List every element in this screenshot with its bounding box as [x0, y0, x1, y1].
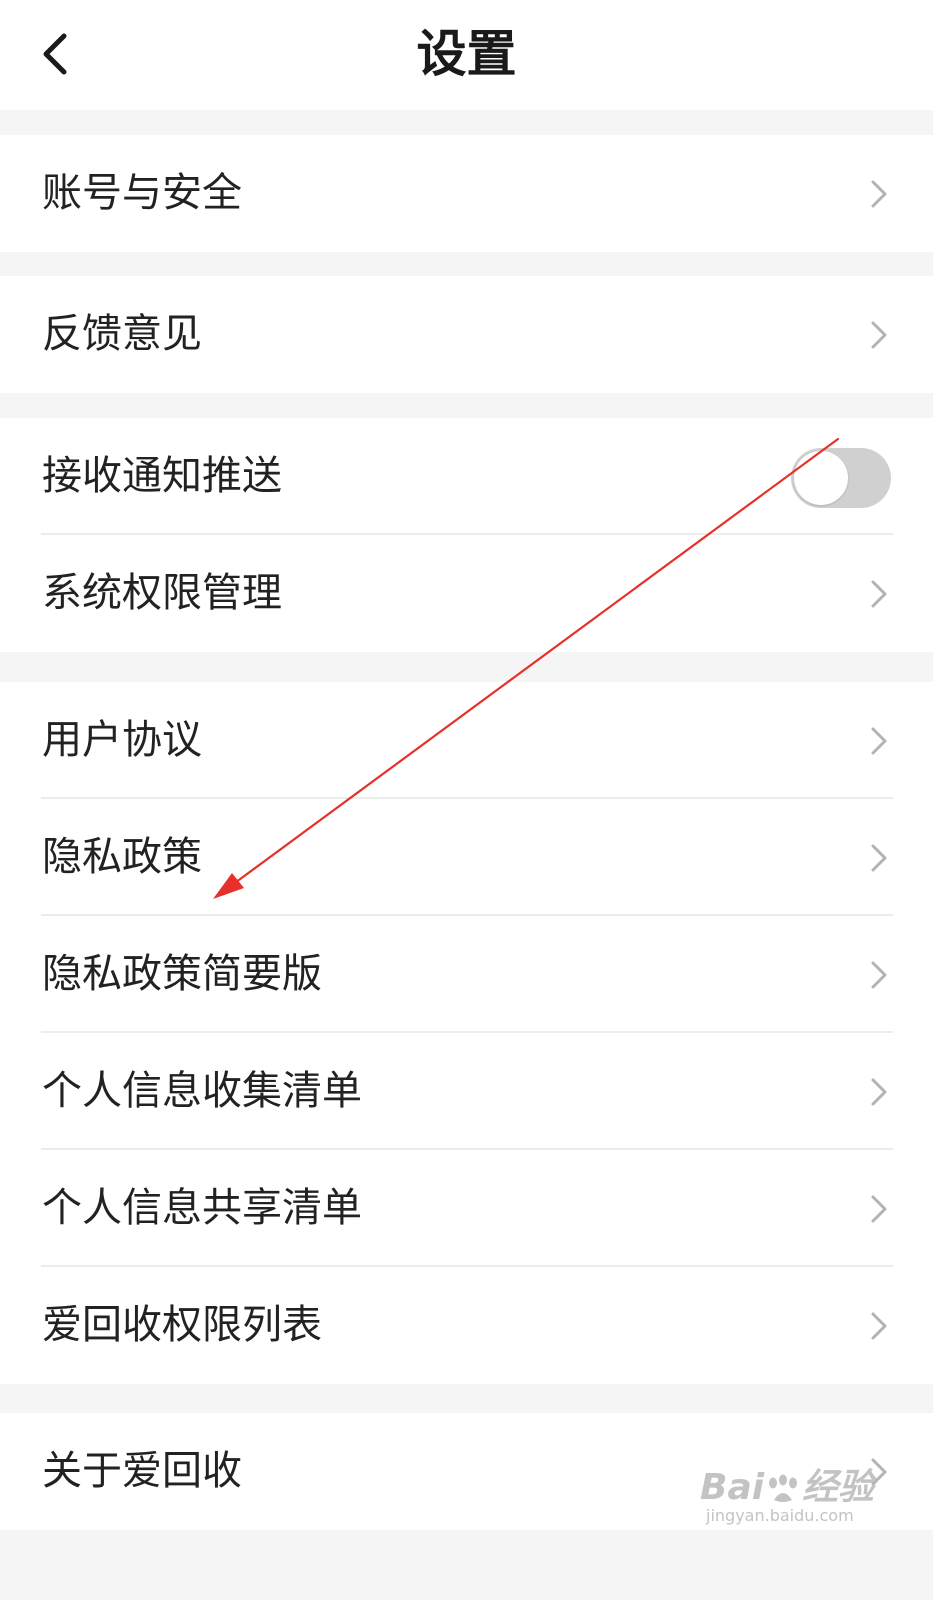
chevron-right-icon [871, 727, 887, 755]
row-system-permissions[interactable]: 系统权限管理 [0, 535, 933, 652]
row-user-agreement[interactable]: 用户协议 [0, 682, 933, 799]
paw-icon [769, 1474, 798, 1502]
row-label: 用户协议 [42, 717, 202, 763]
watermark: Bai 经验 jingyan.baidu.com [700, 1458, 900, 1528]
chevron-right-icon [871, 961, 887, 989]
chevron-right-icon [871, 321, 887, 349]
watermark-brand-left: Bai [700, 1467, 765, 1508]
row-push-notifications: 接收通知推送 [0, 418, 933, 535]
row-privacy-policy[interactable]: 隐私政策 [0, 799, 933, 916]
row-feedback[interactable]: 反馈意见 [0, 276, 933, 393]
row-label: 关于爱回收 [42, 1448, 242, 1494]
watermark-url: jingyan.baidu.com [706, 1506, 854, 1525]
row-label: 个人信息共享清单 [42, 1185, 362, 1231]
row-label: 接收通知推送 [42, 453, 282, 499]
row-label: 隐私政策简要版 [42, 951, 322, 997]
toggle-knob [794, 451, 848, 505]
settings-group-legal: 用户协议 隐私政策 隐私政策简要版 个人信息收集清单 个人信息共享清单 爱回收权… [0, 682, 933, 1384]
settings-group-notifications: 接收通知推送 系统权限管理 [0, 418, 933, 652]
settings-group-feedback: 反馈意见 [0, 276, 933, 393]
row-account-security[interactable]: 账号与安全 [0, 135, 933, 252]
chevron-right-icon [871, 180, 887, 208]
watermark-brand: Bai 经验 [700, 1458, 874, 1510]
chevron-right-icon [871, 1195, 887, 1223]
push-notification-toggle[interactable] [791, 448, 891, 508]
chevron-right-icon [871, 1312, 887, 1340]
chevron-right-icon [871, 580, 887, 608]
page-title: 设置 [416, 25, 517, 83]
row-label: 账号与安全 [42, 170, 242, 216]
chevron-right-icon [871, 844, 887, 872]
row-personal-info-collection[interactable]: 个人信息收集清单 [0, 1033, 933, 1150]
row-privacy-policy-summary[interactable]: 隐私政策简要版 [0, 916, 933, 1033]
row-personal-info-sharing[interactable]: 个人信息共享清单 [0, 1150, 933, 1267]
row-label: 个人信息收集清单 [42, 1068, 362, 1114]
row-label: 系统权限管理 [42, 570, 282, 616]
row-label: 隐私政策 [42, 834, 202, 880]
row-app-permissions-list[interactable]: 爱回收权限列表 [0, 1267, 933, 1384]
row-label: 反馈意见 [42, 311, 202, 357]
header-bar: 设置 [0, 0, 933, 110]
settings-group-account: 账号与安全 [0, 135, 933, 252]
row-label: 爱回收权限列表 [42, 1302, 322, 1348]
chevron-right-icon [871, 1078, 887, 1106]
watermark-brand-right: 经验 [802, 1467, 875, 1508]
